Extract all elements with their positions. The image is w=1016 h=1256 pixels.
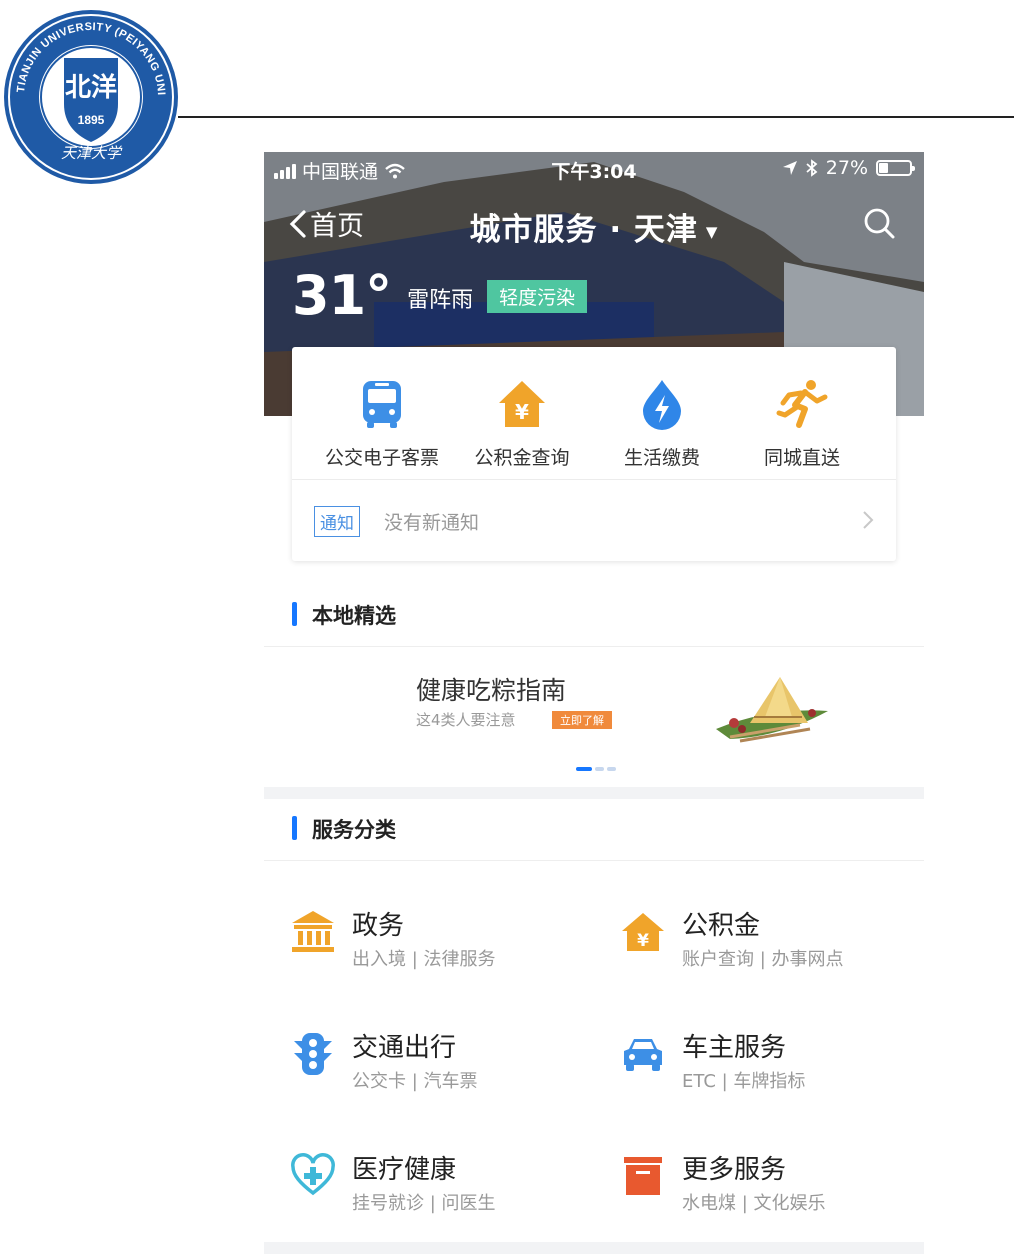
- category-name: 交通出行: [352, 1033, 457, 1063]
- category-government[interactable]: 政务 出入境 | 法律服务: [264, 885, 564, 975]
- section-accent-bar: [292, 816, 297, 840]
- notice-tag: 通知: [314, 506, 360, 537]
- university-seal-logo: TIANJIN UNIVERSITY (PEIYANG UNIVERSITY) …: [2, 8, 178, 184]
- section-accent-bar: [292, 602, 297, 626]
- quick-service-bus-ticket[interactable]: 公交电子客票: [312, 377, 452, 470]
- bolt-drop-icon: [643, 380, 681, 430]
- banner-title: 健康吃粽指南: [416, 676, 567, 705]
- chevron-right-icon: [863, 511, 874, 529]
- section-title: 本地精选: [312, 604, 396, 628]
- quick-service-fund-query[interactable]: ¥ 公积金查询: [452, 377, 592, 470]
- air-quality-badge: 轻度污染: [487, 280, 588, 313]
- battery-percent: 27%: [825, 157, 868, 179]
- section-service-categories: 服务分类: [264, 800, 924, 861]
- svg-text:北洋: 北洋: [65, 72, 117, 103]
- svg-text:1895: 1895: [78, 113, 105, 127]
- weather-widget: 31° 雷阵雨 轻度污染: [292, 264, 588, 327]
- weather-condition: 雷阵雨: [407, 288, 474, 313]
- section-divider: [264, 787, 924, 799]
- runner-icon: [776, 380, 828, 428]
- header-rule: [178, 116, 1014, 118]
- category-housing-fund[interactable]: ¥ 公积金 账户查询 | 办事网点: [594, 885, 894, 975]
- car-icon: [624, 1039, 662, 1071]
- government-building-icon: [292, 911, 334, 952]
- caret-down-icon: ▼: [705, 222, 719, 241]
- location-arrow-icon: [782, 161, 797, 175]
- notice-text: 没有新通知: [384, 512, 480, 534]
- traffic-light-icon: [294, 1033, 332, 1075]
- temperature: 31°: [292, 264, 392, 327]
- category-transport[interactable]: 交通出行 公交卡 | 汽车票: [264, 1007, 564, 1097]
- fund-house-icon: ¥: [622, 913, 664, 951]
- zongzi-illustration: [716, 677, 828, 743]
- bus-icon: [363, 381, 401, 428]
- category-more-services[interactable]: 更多服务 水电煤 | 文化娱乐: [594, 1129, 894, 1219]
- quick-service-utility-payment[interactable]: 生活缴费: [592, 377, 732, 470]
- carousel-indicator: [576, 767, 616, 771]
- bluetooth-icon: [806, 159, 818, 177]
- fund-house-icon: ¥: [499, 381, 545, 427]
- category-car-owner[interactable]: 车主服务 ETC | 车牌指标: [594, 1007, 894, 1097]
- banner-cta-button[interactable]: 立即了解: [552, 711, 612, 729]
- page-title: 城市服务 · 天津: [469, 212, 698, 248]
- bottom-divider: [264, 1242, 924, 1254]
- category-name: 政务: [352, 911, 405, 941]
- category-name: 医疗健康: [352, 1155, 457, 1185]
- category-name: 公积金: [682, 911, 761, 941]
- banner-subtitle: 这4类人要注意: [416, 711, 516, 729]
- category-name: 更多服务: [682, 1155, 787, 1185]
- category-name: 车主服务: [682, 1033, 787, 1063]
- city-selector[interactable]: 城市服务 · 天津 ▼: [264, 204, 924, 249]
- category-health[interactable]: 医疗健康 挂号就诊 | 问医生: [264, 1129, 564, 1219]
- box-icon: [624, 1157, 662, 1195]
- quick-service-same-city-delivery[interactable]: 同城直送: [732, 377, 872, 470]
- quick-services-card: 公交电子客票 ¥ 公积金查询 生活缴费 同城直送 通知 没有新通知: [292, 347, 896, 561]
- quick-service-label: 生活缴费: [623, 447, 700, 469]
- category-subtitle: 挂号就诊 | 问医生: [352, 1193, 496, 1214]
- category-subtitle: 水电煤 | 文化娱乐: [682, 1193, 826, 1214]
- section-title: 服务分类: [312, 818, 396, 842]
- category-subtitle: 出入境 | 法律服务: [352, 949, 496, 970]
- svg-text:天津大学: 天津大学: [61, 144, 123, 162]
- category-subtitle: 公交卡 | 汽车票: [352, 1071, 478, 1092]
- nav-bar: 首页 城市服务 · 天津 ▼: [264, 196, 924, 252]
- notice-row[interactable]: 通知 没有新通知: [292, 479, 896, 562]
- health-heart-icon: [291, 1153, 335, 1196]
- section-local-picks: 本地精选: [264, 586, 924, 647]
- search-icon[interactable]: [862, 206, 896, 240]
- phone-screen: 中国联通 下午3:04 27% 首页 城市服务 · 天津 ▼ 31° 雷阵雨 轻…: [264, 152, 924, 1256]
- category-subtitle: ETC | 车牌指标: [682, 1071, 806, 1092]
- quick-service-label: 同城直送: [763, 447, 840, 469]
- category-subtitle: 账户查询 | 办事网点: [682, 949, 844, 970]
- battery-icon: [876, 160, 915, 176]
- quick-service-label: 公积金查询: [474, 447, 570, 469]
- status-bar: 中国联通 下午3:04 27%: [264, 152, 924, 186]
- promo-banner[interactable]: 健康吃粽指南 这4类人要注意 立即了解: [264, 647, 924, 787]
- quick-service-label: 公交电子客票: [324, 447, 439, 469]
- svg-text:¥: ¥: [515, 400, 529, 424]
- svg-text:¥: ¥: [637, 931, 649, 951]
